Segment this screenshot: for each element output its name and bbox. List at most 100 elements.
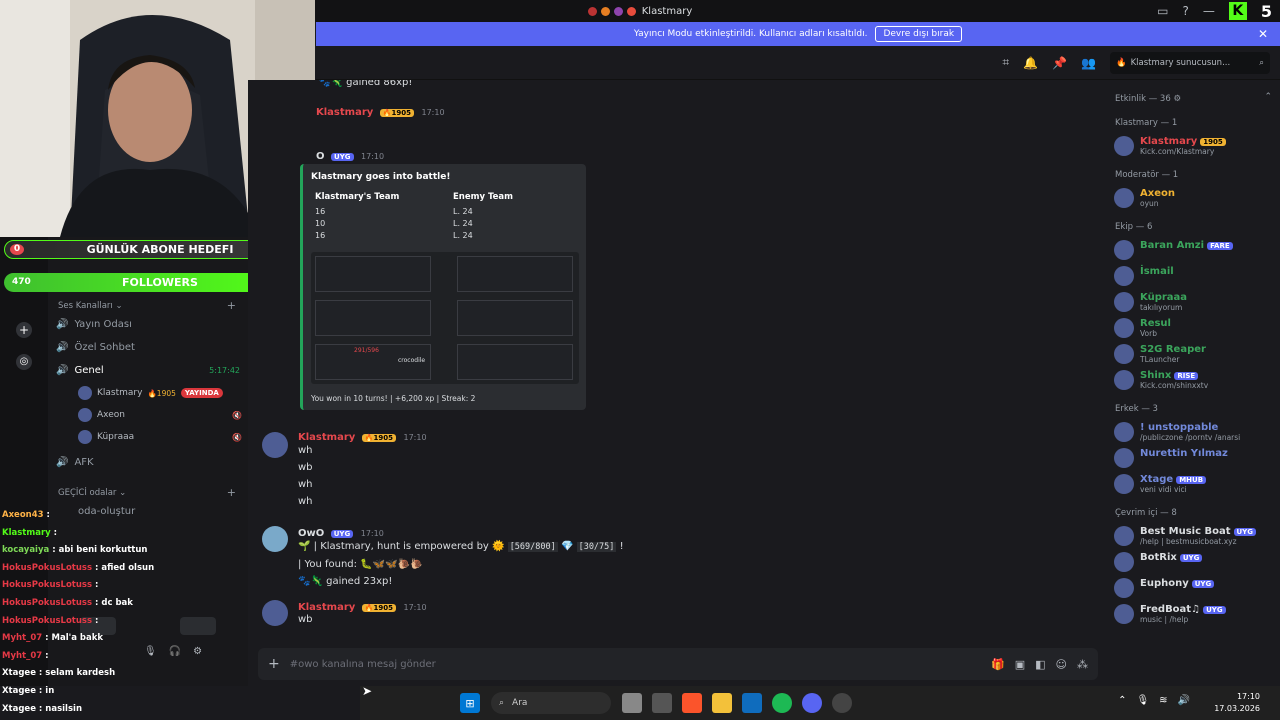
member-name: İsmail bbox=[1140, 266, 1174, 277]
microphone-icon[interactable]: 🎙 bbox=[1136, 695, 1149, 706]
member-item[interactable]: FredBoat♫ UYG music | /help bbox=[1114, 602, 1226, 624]
member-item[interactable]: Best Music Boat UYG/help | bestmusicboat.… bbox=[1114, 524, 1256, 546]
member-info: Baran Amzi FARE bbox=[1140, 238, 1233, 251]
apps-icon[interactable]: ⁂ bbox=[1077, 658, 1088, 671]
add-channel-icon[interactable]: + bbox=[227, 299, 236, 312]
members-icon[interactable]: 👥 bbox=[1081, 56, 1096, 70]
member-item[interactable]: Axeon oyun bbox=[1114, 186, 1175, 208]
sticker-icon[interactable]: ◧ bbox=[1035, 658, 1045, 671]
brave-icon[interactable] bbox=[682, 693, 702, 713]
activity-header: Etkinlik — 36 ⚙ bbox=[1115, 94, 1182, 104]
member-status: /publiczone /porntv /anarsi bbox=[1140, 433, 1241, 442]
minimize-button[interactable]: — bbox=[1203, 4, 1215, 18]
spotify-icon[interactable] bbox=[772, 693, 792, 713]
help-icon[interactable]: ? bbox=[1182, 4, 1188, 18]
member-item[interactable]: Küpraaa takılıyorum bbox=[1114, 290, 1187, 312]
volume-icon[interactable]: 🔊 bbox=[1178, 695, 1190, 706]
channel-yayin-odasi[interactable]: 🔊 Yayın Odası bbox=[56, 319, 132, 330]
threads-icon[interactable]: ⌗ bbox=[1002, 55, 1009, 70]
wifi-icon[interactable]: ≋ bbox=[1159, 695, 1167, 706]
member-group-label: Çevrim içi — 8 bbox=[1115, 508, 1177, 518]
level-value: 1905 bbox=[391, 109, 411, 117]
team-left-label: Klastmary's Team bbox=[315, 192, 400, 202]
member-item[interactable]: Euphony UYG bbox=[1114, 576, 1215, 598]
chat-user: Xtagee bbox=[2, 668, 36, 679]
member-name: Shinx bbox=[1140, 370, 1172, 381]
avatar[interactable] bbox=[262, 600, 288, 626]
muted-icon: 🔇 bbox=[232, 432, 242, 442]
chat-user: Xtagee bbox=[2, 686, 36, 696]
obs-icon[interactable] bbox=[832, 693, 852, 713]
channel-afk[interactable]: 🔊 AFK bbox=[56, 457, 94, 468]
task-view-icon[interactable] bbox=[652, 693, 672, 713]
member-item[interactable]: S2G Reaper TLauncher bbox=[1114, 342, 1206, 364]
channel-ozel-sohbet[interactable]: 🔊 Özel Sohbet bbox=[56, 342, 135, 353]
message-body: wh wb wh wh bbox=[298, 442, 313, 510]
chat-line: HokusPokusLotuss : dc bak bbox=[2, 598, 133, 608]
kick-logo-icon: K bbox=[1228, 2, 1247, 20]
member-badge: RISE bbox=[1174, 372, 1199, 380]
avatar[interactable] bbox=[262, 432, 288, 458]
member-item[interactable]: Nurettin Yılmaz bbox=[1114, 446, 1228, 468]
muted-icon: 🔇 bbox=[232, 410, 242, 420]
file-explorer-icon[interactable] bbox=[712, 693, 732, 713]
member-name: S2G Reaper bbox=[1140, 344, 1206, 355]
pin-icon[interactable]: 📌 bbox=[1052, 56, 1067, 70]
add-channel-icon[interactable]: + bbox=[227, 486, 236, 499]
chevron-up-icon[interactable]: ⌃ bbox=[1118, 695, 1126, 706]
add-server-icon[interactable]: + bbox=[16, 322, 32, 338]
battle-cell bbox=[457, 344, 573, 380]
member-item[interactable]: BotRix UYG bbox=[1114, 550, 1203, 572]
bell-icon[interactable]: 🔔 bbox=[1023, 56, 1038, 70]
chat-user: HokusPokusLotuss bbox=[2, 615, 93, 626]
temp-category[interactable]: GEÇİCİ odalar ⌄ bbox=[58, 488, 126, 498]
voice-user-kupraaa[interactable]: Küpraaa 🔇 bbox=[78, 430, 242, 444]
channel-name: Genel bbox=[74, 365, 104, 376]
battle-cell bbox=[315, 256, 431, 292]
search-input[interactable]: 🔥 Klastmary sunucusun... ⌕ bbox=[1110, 51, 1270, 74]
voice-user-axeon[interactable]: Axeon 🔇 bbox=[78, 408, 242, 422]
chat-line: kocayaiya : abi beni korkuttun bbox=[2, 545, 147, 555]
channel-name: Yayın Odası bbox=[74, 319, 132, 330]
windows-start-icon[interactable]: ⊞ bbox=[460, 693, 480, 713]
chevron-up-icon[interactable]: ⌃ bbox=[1264, 92, 1272, 102]
disable-streamer-mode-button[interactable]: Devre dışı bırak bbox=[875, 26, 963, 42]
chat-separator: : bbox=[92, 615, 99, 626]
gif-icon[interactable]: ▣ bbox=[1015, 658, 1025, 671]
message-input[interactable]: #owo kanalına mesaj gönder bbox=[290, 659, 981, 670]
voice-user-klastmary[interactable]: Klastmary 🔥1905 YAYINDA bbox=[78, 386, 242, 400]
gift-icon[interactable]: 🎁 bbox=[991, 658, 1005, 671]
chat-separator: : bbox=[92, 580, 99, 591]
inbox-icon[interactable]: ▭ bbox=[1157, 4, 1168, 18]
discover-icon[interactable]: ◎ bbox=[16, 354, 32, 370]
message-body: 🌱 | Klastmary, hunt is empowered by 🌞 [5… bbox=[298, 538, 624, 590]
author-name[interactable]: Klastmary bbox=[316, 107, 373, 118]
taskbar-search[interactable]: ⌕ Ara bbox=[491, 692, 611, 714]
discord-icon[interactable] bbox=[802, 693, 822, 713]
member-item[interactable]: İsmail bbox=[1114, 264, 1174, 286]
member-badge: UYG bbox=[1179, 554, 1203, 562]
member-item[interactable]: Xtage MHUB veni vidi vici bbox=[1114, 472, 1207, 494]
team-right-row: L. 24 bbox=[453, 231, 473, 240]
emoji-icon[interactable]: ☺ bbox=[1056, 658, 1067, 671]
author-name[interactable]: O bbox=[316, 151, 325, 162]
avatar[interactable] bbox=[262, 526, 288, 552]
close-icon[interactable]: ✕ bbox=[1258, 27, 1268, 41]
taskbar-clock[interactable]: 17:10 17.03.2026 bbox=[1214, 691, 1260, 715]
chat-user: Axeon43 bbox=[2, 510, 44, 520]
voice-category[interactable]: Ses Kanalları ⌄ bbox=[58, 301, 123, 311]
battle-cell bbox=[457, 256, 573, 292]
voice-user-name: Klastmary bbox=[97, 388, 143, 398]
member-name: Baran Amzi bbox=[1140, 240, 1205, 251]
member-item[interactable]: Shinx RISE Kick.com/shinxxtv bbox=[1114, 368, 1208, 390]
attach-plus-icon[interactable]: + bbox=[268, 656, 280, 672]
member-item[interactable]: ! unstoppable/publiczone /porntv /anarsi bbox=[1114, 420, 1240, 442]
member-item[interactable]: Resul Vorb bbox=[1114, 316, 1171, 338]
banner-text: Yayıncı Modu etkinleştirildi. Kullanıcı … bbox=[633, 29, 868, 39]
widget-icon[interactable] bbox=[622, 693, 642, 713]
avatar bbox=[1114, 526, 1134, 546]
mail-icon[interactable] bbox=[742, 693, 762, 713]
member-item[interactable]: Baran Amzi FARE bbox=[1114, 238, 1233, 260]
channel-genel[interactable]: 🔊 Genel 5:17:42 bbox=[56, 365, 240, 376]
member-item[interactable]: Klastmary 1905 Kick.com/Klastmary bbox=[1114, 134, 1226, 156]
